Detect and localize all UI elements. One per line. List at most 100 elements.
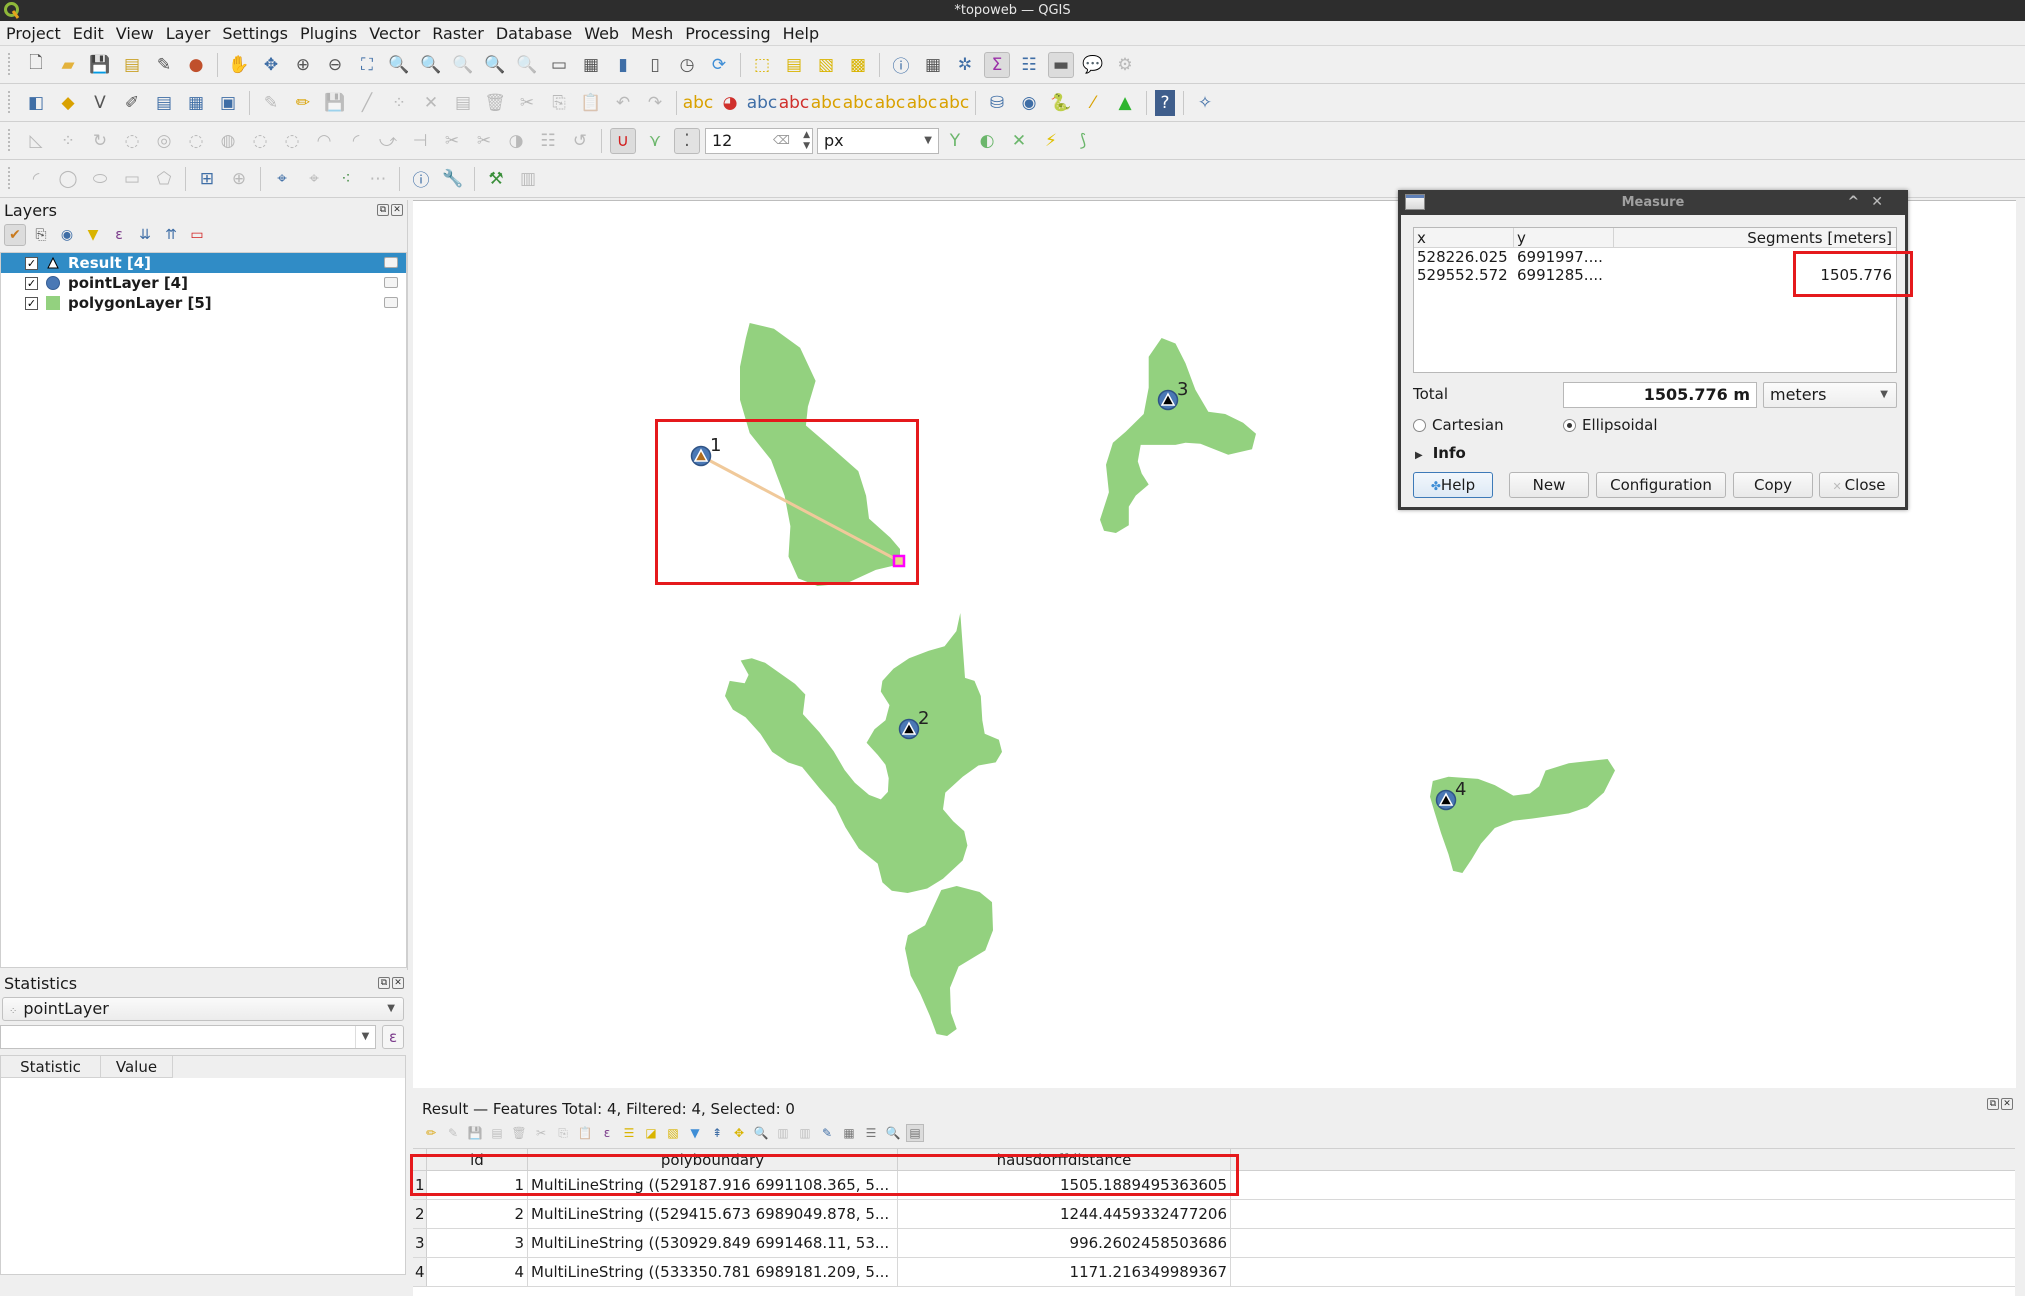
cell-id[interactable]: 4 [427,1258,528,1286]
menu-plugins[interactable]: Plugins [300,24,357,43]
copy-icon[interactable]: ⎘ [554,1124,572,1142]
pin-labels-icon[interactable]: abc [811,90,842,116]
python-console-icon[interactable]: 🐍 [1048,90,1074,116]
toggle-editing-icon[interactable]: ✏ [290,90,316,116]
split-parts-icon[interactable]: ✂ [471,128,497,154]
pan-to-selection-icon[interactable]: ✥ [258,52,284,78]
offset-curve-icon[interactable]: ◜ [343,128,369,154]
menu-web[interactable]: Web [584,24,619,43]
add-feature-icon[interactable]: ▤ [488,1124,506,1142]
select-by-expression-icon[interactable]: ε [598,1124,616,1142]
row-number[interactable]: 4 [413,1258,427,1286]
change-label-icon[interactable]: abc [939,90,970,116]
filter-by-expression-icon[interactable]: ε [108,224,130,246]
clear-icon[interactable]: ⌫ [773,133,790,147]
reverse-line-icon[interactable]: ⤻ [375,128,401,154]
label-toolbar-icon[interactable]: abc [683,90,714,116]
column-header-y[interactable]: y [1514,228,1614,247]
select-by-value-icon[interactable]: ▤ [781,52,807,78]
menu-mesh[interactable]: Mesh [631,24,673,43]
manage-visibility-icon[interactable]: ◉ [56,224,78,246]
menu-processing[interactable]: Processing [685,24,770,43]
ellipsoidal-radio[interactable]: Ellipsoidal [1563,416,1658,434]
polygon-feature[interactable] [905,886,993,1036]
statistics-layer-select[interactable]: ⁘ pointLayer ▼ [2,997,404,1021]
table-row[interactable]: 4 4 MultiLineString ((533350.781 6989181.2… [413,1258,2015,1287]
settings-wrench-icon[interactable]: 🔧 [440,166,466,192]
column-header-value[interactable]: Value [101,1056,173,1078]
menu-vector[interactable]: Vector [369,24,420,43]
cell-id[interactable]: 2 [427,1200,528,1228]
delete-selected-icon[interactable]: 🗑 [482,90,508,116]
layer-indicator-icon[interactable] [384,257,398,268]
add-group-icon[interactable]: ⎘ [30,224,52,246]
select-by-location-icon[interactable]: ▩ [845,52,871,78]
dock-table-icon[interactable]: 🔍 [884,1124,902,1142]
cut-icon[interactable]: ✂ [532,1124,550,1142]
new-print-layout-icon[interactable]: ▤ [119,52,145,78]
reshape-features-icon[interactable]: ◠ [311,128,337,154]
spinbox-arrows-icon[interactable]: ▲ ▼ [803,130,810,152]
gps-icon[interactable]: ⌖ [269,166,295,192]
cell-hausdorffdistance[interactable]: 1171.216349989367 [898,1258,1231,1286]
plugin-icon[interactable]: ✧ [1192,90,1218,116]
open-attribute-table-icon[interactable]: ▦ [920,52,946,78]
polygon-feature[interactable] [1430,759,1615,873]
table-row[interactable]: 2 2 MultiLineString ((529415.673 6989049.8… [413,1200,2015,1229]
topological-editing-icon[interactable]: Y [942,128,968,154]
self-snapping-icon[interactable]: ⚡ [1038,128,1064,154]
snapping-tolerance-input[interactable]: 12 ⌫ ▲ ▼ [705,127,813,154]
georeferencer-icon[interactable]: ⁄ [1080,90,1106,116]
deselect-all-icon[interactable]: ▧ [664,1124,682,1142]
merge-attributes-icon[interactable]: ☷ [535,128,561,154]
new-button[interactable]: New [1509,472,1589,498]
menu-settings[interactable]: Settings [222,24,288,43]
polygon-feature[interactable] [740,323,900,586]
layer-indicator-icon[interactable] [384,277,398,288]
toolbar-grip[interactable] [8,128,14,153]
zoom-in-icon[interactable]: ⊕ [290,52,316,78]
advanced-digitizing-icon[interactable]: ◺ [23,128,49,154]
radio-button[interactable] [1563,418,1576,432]
grass-tools-icon[interactable]: ⚒ [483,166,509,192]
close-panel-icon[interactable]: ✕ [2001,1098,2013,1110]
layer-visibility-checkbox[interactable]: ✓ [25,296,38,310]
modify-attributes-icon[interactable]: ▤ [450,90,476,116]
cell-polyboundary[interactable]: MultiLineString ((529187.916 6991108.365… [528,1171,898,1199]
map-tips-icon[interactable]: 💬 [1080,52,1106,78]
redo-icon[interactable]: ↷ [642,90,668,116]
delete-field-icon[interactable]: ▥ [796,1124,814,1142]
cartesian-radio[interactable]: Cartesian [1413,416,1504,434]
zoom-to-selection-icon[interactable]: 🔍 [386,52,412,78]
column-header-id[interactable]: id [427,1149,528,1170]
style-manager-icon[interactable]: ● [183,52,209,78]
invert-selection-icon[interactable]: ◪ [642,1124,660,1142]
configuration-button[interactable]: Configuration [1596,472,1726,498]
form-view-icon[interactable]: ▤ [906,1124,924,1142]
snapping-type-icon[interactable]: ⁚ [674,127,700,154]
new-temporary-layer-icon[interactable]: ▤ [151,90,177,116]
info-icon[interactable]: ⓘ [408,166,434,192]
save-layer-edits-icon[interactable]: 💾 [322,90,348,116]
add-vector-layer-icon[interactable]: ▣ [215,90,241,116]
float-panel-icon[interactable]: ⧉ [377,204,389,216]
statistics-field-select[interactable]: ▼ [0,1025,376,1049]
tracing-icon[interactable]: ⟆ [1070,128,1096,154]
column-header-polyboundary[interactable]: polyboundary [528,1149,898,1170]
column-header-statistic[interactable]: Statistic [1,1056,101,1078]
pan-map-icon[interactable]: ✋ [226,52,252,78]
zoom-out-icon[interactable]: ⊖ [322,52,348,78]
float-panel-icon[interactable]: ⧉ [1987,1098,1999,1110]
expression-button[interactable]: ε [382,1025,404,1049]
toolbar-grip[interactable] [8,166,14,191]
multi-edit-icon[interactable]: ✎ [444,1124,462,1142]
polygon-feature[interactable] [725,613,1002,893]
new-field-icon[interactable]: ▥ [774,1124,792,1142]
identify-features-icon[interactable]: ⓘ [888,52,914,78]
current-edits-icon[interactable]: ✎ [258,90,284,116]
close-panel-icon[interactable]: ✕ [392,977,404,989]
new-shapefile-layer-icon[interactable]: V [87,90,113,116]
zoom-native-icon[interactable]: 🔍 [450,52,476,78]
row-number[interactable]: 2 [413,1200,427,1228]
annotation-icon[interactable]: ⚙ [1112,52,1138,78]
